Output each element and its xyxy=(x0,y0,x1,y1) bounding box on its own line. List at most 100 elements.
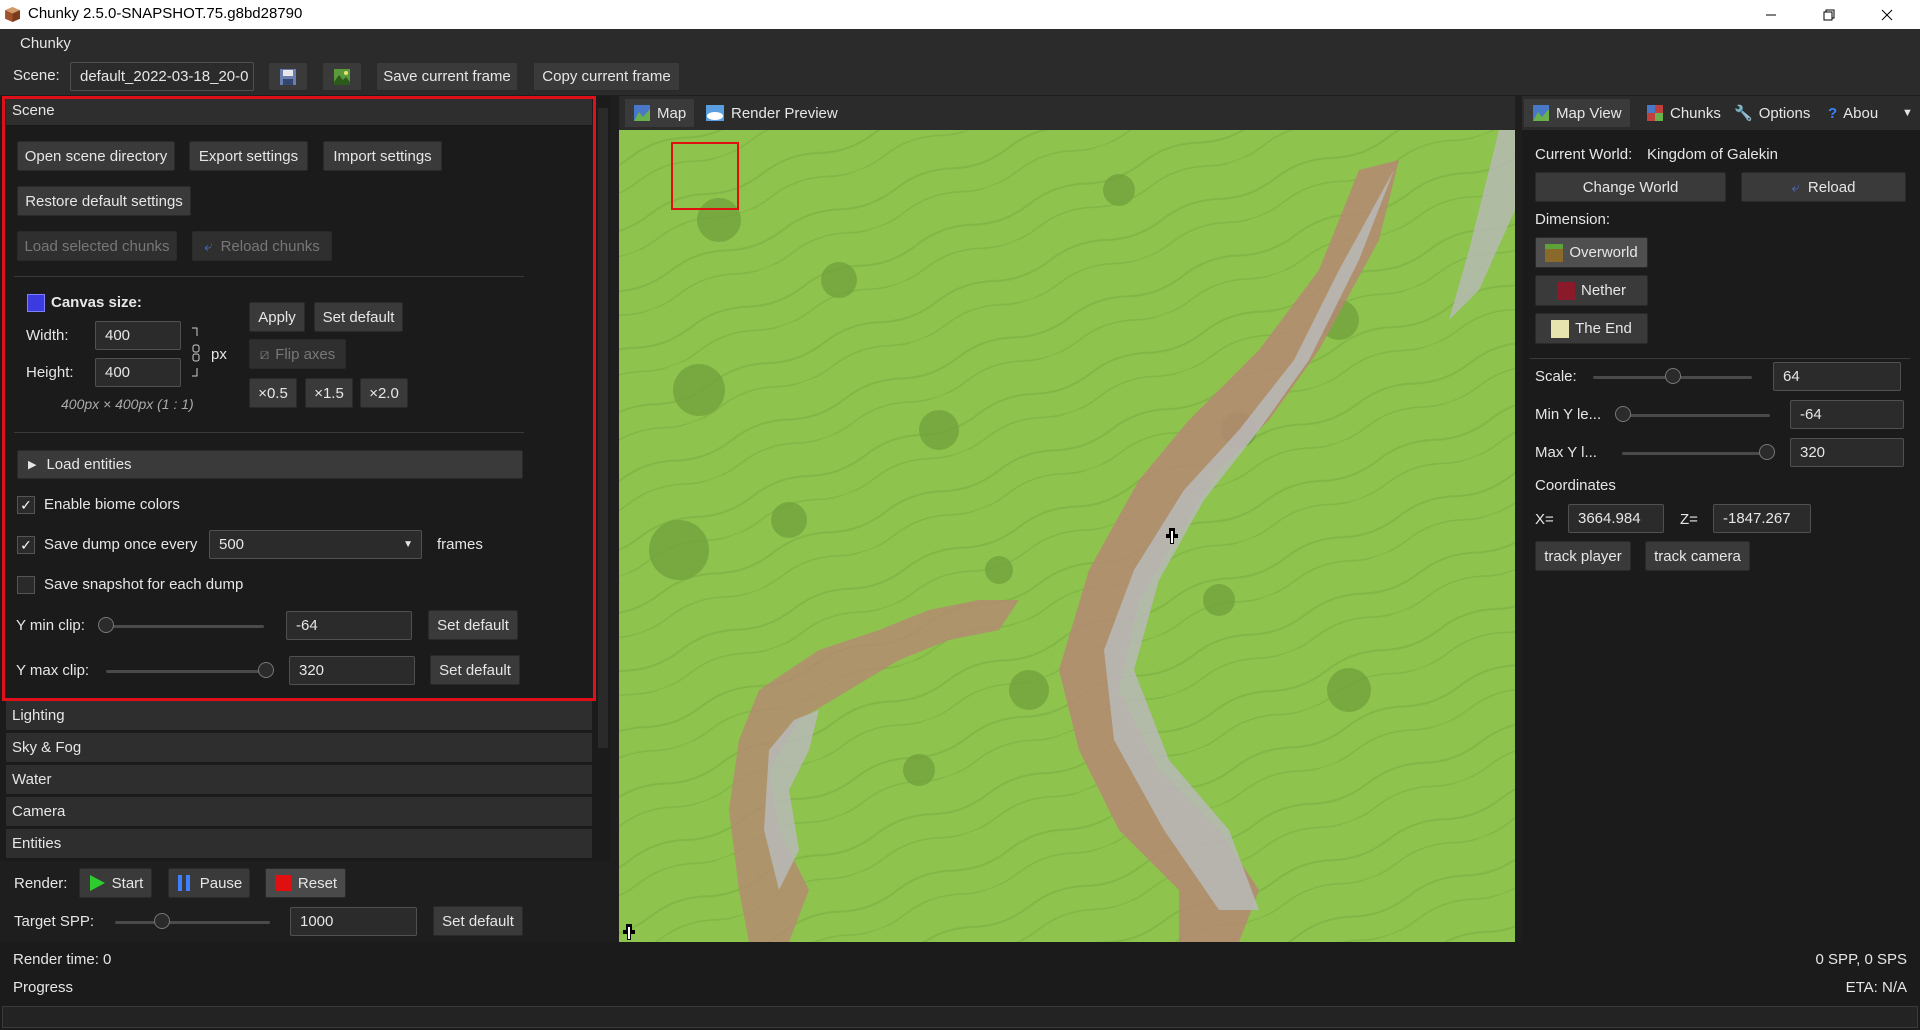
pause-render-button[interactable]: Pause xyxy=(168,868,250,898)
reload-icon: ⤶ xyxy=(1791,178,1800,196)
menu-bar: Chunky xyxy=(0,29,1920,58)
target-spp-input[interactable]: 1000 xyxy=(290,907,417,936)
tab-chunks[interactable]: Chunks xyxy=(1638,99,1729,127)
minimize-icon xyxy=(1766,14,1776,15)
render-time-label: Render time: 0 xyxy=(13,951,112,968)
dimension-overworld-button[interactable]: Overworld xyxy=(1535,237,1648,268)
reset-label: Reset xyxy=(297,874,338,892)
play-icon xyxy=(89,875,105,891)
tab-map-view[interactable]: Map View xyxy=(1524,99,1630,127)
x-coordinate-label: X= xyxy=(1535,511,1554,528)
reload-world-button[interactable]: ⤶ Reload xyxy=(1741,172,1906,202)
save-scene-button[interactable] xyxy=(268,62,308,91)
stop-icon xyxy=(274,875,291,891)
section-water[interactable]: Water xyxy=(6,765,592,795)
player-marker-icon[interactable] xyxy=(1164,528,1180,546)
eta-label: ETA: N/A xyxy=(1845,979,1907,996)
chunky-app-icon xyxy=(5,7,20,22)
target-spp-set-default-button[interactable]: Set default xyxy=(433,906,523,936)
dimension-the-end-button[interactable]: The End xyxy=(1535,313,1648,344)
coordinates-label: Coordinates xyxy=(1535,477,1616,494)
tab-options[interactable]: 🔧 Options xyxy=(1726,99,1818,127)
reload-world-label: Reload xyxy=(1807,178,1856,196)
the-end-label: The End xyxy=(1575,320,1632,337)
min-y-slider[interactable] xyxy=(1622,414,1770,417)
tab-about-label: Abou xyxy=(1843,104,1879,122)
spp-status-label: 0 SPP, 0 SPS xyxy=(1815,951,1907,968)
sky-image-icon xyxy=(706,105,724,121)
close-icon xyxy=(1881,9,1893,20)
map-terrain xyxy=(619,130,1515,942)
save-current-frame-button[interactable]: Save current frame xyxy=(376,62,518,91)
z-coordinate-label: Z= xyxy=(1680,511,1698,528)
overworld-label: Overworld xyxy=(1569,244,1638,261)
tab-chunks-label: Chunks xyxy=(1670,104,1721,122)
section-lighting[interactable]: Lighting xyxy=(6,701,592,731)
track-player-button[interactable]: track player xyxy=(1535,541,1631,571)
scene-label: Scene: xyxy=(13,67,60,84)
start-label: Start xyxy=(111,874,144,892)
render-progress-bar xyxy=(2,1006,1918,1028)
start-render-button[interactable]: Start xyxy=(79,868,152,898)
min-y-slider-thumb[interactable] xyxy=(1615,406,1631,422)
minimize-button[interactable] xyxy=(1742,0,1800,29)
scale-label: Scale: xyxy=(1535,368,1577,385)
scene-section-highlight xyxy=(2,96,596,701)
landscape-image-icon xyxy=(334,68,350,85)
copy-current-frame-button[interactable]: Copy current frame xyxy=(533,62,680,91)
tab-map-label: Map xyxy=(657,104,687,122)
max-y-slider-thumb[interactable] xyxy=(1759,444,1775,460)
tab-map[interactable]: Map xyxy=(625,99,695,127)
min-y-level-label: Min Y le... xyxy=(1535,406,1602,423)
floppy-disk-icon xyxy=(280,68,296,85)
nether-label: Nether xyxy=(1580,282,1627,299)
tab-options-label: Options xyxy=(1758,104,1811,122)
max-y-input[interactable]: 320 xyxy=(1790,438,1904,467)
close-button[interactable] xyxy=(1858,0,1916,29)
window-title: Chunky 2.5.0-SNAPSHOT.75.g8bd28790 xyxy=(28,5,303,22)
dimension-nether-button[interactable]: Nether xyxy=(1535,275,1648,306)
end-stone-icon xyxy=(1551,319,1570,338)
reset-render-button[interactable]: Reset xyxy=(265,868,346,898)
tab-render-preview[interactable]: Render Preview xyxy=(697,99,846,127)
chunks-icon xyxy=(1647,105,1663,121)
scale-input[interactable]: 64 xyxy=(1773,362,1901,391)
section-sky-fog[interactable]: Sky & Fog xyxy=(6,733,592,763)
pause-label: Pause xyxy=(199,874,243,892)
tab-overflow-chevron-icon[interactable]: ▼ xyxy=(1902,107,1913,119)
camera-marker-icon[interactable] xyxy=(621,924,637,942)
current-world-label: Current World: xyxy=(1535,146,1633,163)
toolbar: Scene: default_2022-03-18_20-0 Save curr… xyxy=(0,58,1920,95)
map-icon xyxy=(634,105,650,121)
restore-button[interactable] xyxy=(1800,0,1858,29)
world-map-view[interactable] xyxy=(619,130,1515,942)
render-label: Render: xyxy=(14,875,68,892)
section-camera[interactable]: Camera xyxy=(6,797,592,827)
x-coordinate-input[interactable]: 3664.984 xyxy=(1568,504,1664,533)
menu-chunky[interactable]: Chunky xyxy=(20,35,71,52)
target-spp-slider[interactable] xyxy=(115,921,270,924)
wrench-icon: 🔧 xyxy=(1734,105,1753,122)
map-tab-bar: Map Render Preview xyxy=(619,96,1515,130)
progress-label: Progress xyxy=(13,979,74,996)
z-coordinate-input[interactable]: -1847.267 xyxy=(1713,504,1811,533)
help-question-icon: ? xyxy=(1828,104,1838,122)
left-scrollbar[interactable] xyxy=(598,108,608,748)
target-spp-slider-thumb[interactable] xyxy=(154,913,170,929)
section-entities[interactable]: Entities xyxy=(6,829,592,859)
load-scene-button[interactable] xyxy=(322,62,362,91)
max-y-slider[interactable] xyxy=(1622,452,1770,455)
min-y-input[interactable]: -64 xyxy=(1790,400,1904,429)
tab-render-preview-label: Render Preview xyxy=(731,104,838,122)
restore-icon xyxy=(1823,9,1835,20)
track-camera-button[interactable]: track camera xyxy=(1645,541,1750,571)
current-world-value: Kingdom of Galekin xyxy=(1647,146,1778,163)
grass-block-icon xyxy=(1545,243,1564,262)
change-world-button[interactable]: Change World xyxy=(1535,172,1726,202)
tab-about[interactable]: ? Abou xyxy=(1820,99,1886,127)
scale-slider-thumb[interactable] xyxy=(1665,368,1681,384)
netherrack-icon xyxy=(1556,281,1575,300)
dimension-label: Dimension: xyxy=(1535,211,1611,228)
scene-name-field[interactable]: default_2022-03-18_20-0 xyxy=(70,62,254,91)
target-spp-label: Target SPP: xyxy=(14,913,95,930)
